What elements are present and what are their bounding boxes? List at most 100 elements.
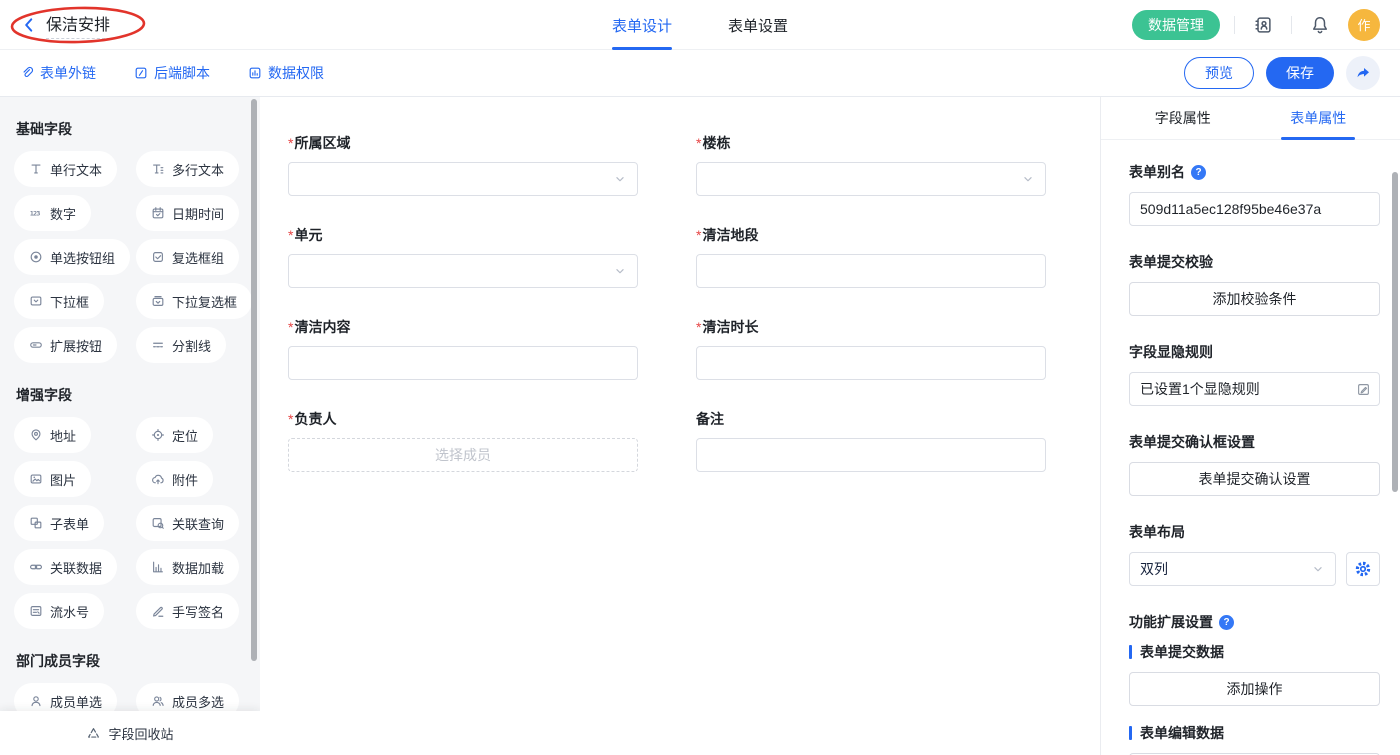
select-control[interactable] (288, 254, 638, 288)
sidebar-field-label: 日期时间 (172, 204, 224, 223)
sidebar-field-pill[interactable]: 附件 (136, 461, 213, 497)
canvas-field[interactable]: *清洁时长 (696, 317, 1046, 380)
submit-confirm-button[interactable]: 表单提交确认设置 (1129, 462, 1380, 496)
canvas-field[interactable]: *单元 (288, 225, 638, 288)
back-chevron-icon (20, 16, 38, 34)
input-control[interactable] (696, 254, 1046, 288)
page-title: 保洁安排 (46, 11, 110, 39)
toolbar-link-label: 后端脚本 (154, 63, 210, 83)
header-tab-bar: 表单设计 表单设置 (612, 0, 788, 50)
field-recycle-bin[interactable]: 字段回收站 (0, 711, 260, 755)
sidebar-field-pill[interactable]: 下拉复选框 (136, 283, 252, 319)
canvas-field[interactable]: *所属区域 (288, 133, 638, 196)
sidebar-field-pill[interactable]: 流水号 (14, 593, 104, 629)
form-layout-heading: 表单布局 (1129, 522, 1380, 542)
sidebar-field-pill[interactable]: 关联查询 (136, 505, 239, 541)
linked-data-icon (29, 560, 43, 574)
canvas-field[interactable]: *负责人选择成员 (288, 409, 638, 472)
data-manage-button[interactable]: 数据管理 (1132, 10, 1220, 40)
sidebar-field-pill[interactable]: 单选按钮组 (14, 239, 130, 275)
link-icon (20, 66, 34, 80)
form-alias-input[interactable]: 509d11a5ec128f95be46e37a (1129, 192, 1380, 226)
form-layout-select[interactable]: 双列 (1129, 552, 1336, 586)
sidebar-field-pill[interactable]: 多行文本 (136, 151, 239, 187)
sidebar-field-label: 流水号 (50, 602, 89, 621)
sidebar-field-label: 下拉复选框 (172, 292, 237, 311)
sidebar-field-pill[interactable]: 分割线 (136, 327, 226, 363)
sidebar-field-pill[interactable]: 单行文本 (14, 151, 117, 187)
visibility-rules-value: 已设置1个显隐规则 (1140, 379, 1356, 399)
sidebar-field-pill[interactable]: 图片 (14, 461, 91, 497)
sidebar-scrollbar[interactable] (251, 99, 257, 661)
select-control[interactable] (288, 162, 638, 196)
multi-select-icon (151, 294, 165, 308)
radio-group-icon (29, 250, 43, 264)
sidebar-field-pill[interactable]: 手写签名 (136, 593, 239, 629)
visibility-rules-box[interactable]: 已设置1个显隐规则 (1129, 372, 1380, 406)
preview-button[interactable]: 预览 (1184, 57, 1254, 89)
panel-tab-bar: 字段属性表单属性 (1101, 97, 1400, 140)
divider-icon (151, 338, 165, 352)
app-header: 保洁安排 表单设计 表单设置 数据管理 作 (0, 0, 1400, 50)
member-single-icon (29, 694, 43, 708)
user-avatar[interactable]: 作 (1348, 9, 1380, 41)
submit-data-heading: 表单提交数据 (1129, 642, 1380, 662)
panel-tab[interactable]: 字段属性 (1115, 97, 1251, 139)
save-button[interactable]: 保存 (1266, 57, 1334, 89)
toolbar-link[interactable]: 后端脚本 (134, 63, 210, 83)
submit-validation-heading: 表单提交校验 (1129, 252, 1380, 272)
canvas-field[interactable]: *清洁地段 (696, 225, 1046, 288)
visibility-rules-heading: 字段显隐规则 (1129, 342, 1380, 362)
image-icon (29, 472, 43, 486)
address-book-icon[interactable] (1249, 11, 1277, 39)
header-tab[interactable]: 表单设计 (612, 0, 672, 50)
edit-icon[interactable] (1356, 382, 1371, 397)
input-control[interactable] (696, 346, 1046, 380)
divider (1291, 16, 1292, 34)
sidebar-field-label: 多行文本 (172, 160, 224, 179)
field-label: *单元 (288, 225, 638, 245)
sidebar-field-pill[interactable]: 日期时间 (136, 195, 239, 231)
required-asterisk: * (696, 227, 701, 243)
input-control[interactable] (696, 438, 1046, 472)
form-alias-label: 表单别名 (1129, 162, 1185, 182)
header-tab[interactable]: 表单设置 (728, 0, 788, 50)
member-picker[interactable]: 选择成员 (288, 438, 638, 472)
required-asterisk: * (696, 319, 701, 335)
add-validation-button[interactable]: 添加校验条件 (1129, 282, 1380, 316)
panel-tab[interactable]: 表单属性 (1251, 97, 1387, 139)
sidebar-field-label: 关联查询 (172, 514, 224, 533)
text-single-icon (29, 162, 43, 176)
toolbar-link-label: 数据权限 (268, 63, 324, 83)
canvas-field[interactable]: *楼栋 (696, 133, 1046, 196)
toolbar-link[interactable]: 表单外链 (20, 63, 96, 83)
sidebar-field-pill[interactable]: 定位 (136, 417, 213, 453)
sidebar-field-label: 复选框组 (172, 248, 224, 267)
sidebar-field-pill[interactable]: 扩展按钮 (14, 327, 117, 363)
layout-settings-button[interactable] (1346, 552, 1380, 586)
panel-scrollbar[interactable] (1392, 172, 1398, 492)
toolbar-link[interactable]: 数据权限 (248, 63, 324, 83)
submit-data-add-action-button[interactable]: 添加操作 (1129, 672, 1380, 706)
sidebar-field-pill[interactable]: 数据加载 (136, 549, 239, 585)
help-icon[interactable]: ? (1191, 165, 1206, 180)
field-label: *楼栋 (696, 133, 1046, 153)
canvas-field[interactable]: *清洁内容 (288, 317, 638, 380)
extension-settings-heading: 功能扩展设置 ? (1129, 612, 1380, 632)
sidebar-field-label: 数据加载 (172, 558, 224, 577)
share-button[interactable] (1346, 56, 1380, 90)
select-control[interactable] (696, 162, 1046, 196)
sidebar-field-pill[interactable]: 子表单 (14, 505, 104, 541)
location-icon (151, 428, 165, 442)
sidebar-field-pill[interactable]: 下拉框 (14, 283, 104, 319)
notification-bell-icon[interactable] (1306, 11, 1334, 39)
sidebar-field-pill[interactable]: 地址 (14, 417, 91, 453)
sidebar-field-pill[interactable]: 复选框组 (136, 239, 239, 275)
form-design-canvas: *所属区域 *楼栋 *单元 *清洁地段 *清洁内容 *清洁时长 *负责人选择成员备注 (260, 97, 1100, 755)
sidebar-field-pill[interactable]: 关联数据 (14, 549, 117, 585)
sidebar-field-pill[interactable]: 123数字 (14, 195, 91, 231)
canvas-field[interactable]: 备注 (696, 409, 1046, 472)
help-icon[interactable]: ? (1219, 615, 1234, 630)
back-button[interactable] (20, 16, 38, 34)
input-control[interactable] (288, 346, 638, 380)
